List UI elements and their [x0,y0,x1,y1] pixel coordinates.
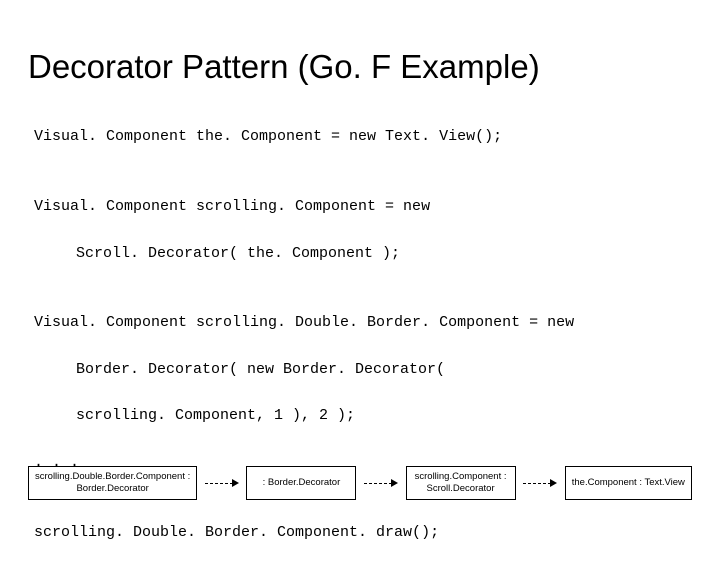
box-label: Border.Decorator [76,483,148,495]
diagram-box-border-decorator: : Border.Decorator [246,466,356,500]
code-line: Visual. Component scrolling. Double. Bor… [34,311,686,334]
arrow-icon [364,473,398,493]
code-line: Visual. Component the. Component = new T… [34,125,686,148]
code-line: Border. Decorator( new Border. Decorator… [34,358,686,381]
diagram-box-scrolling-double-border: scrolling.Double.Border.Component : Bord… [28,466,197,500]
object-diagram: scrolling.Double.Border.Component : Bord… [28,466,692,500]
box-label: : Border.Decorator [263,477,341,489]
diagram-box-the-component: the.Component : Text.View [565,466,692,500]
code-line: scrolling. Double. Border. Component. dr… [34,521,686,544]
diagram-box-scrolling-component: scrolling.Component : Scroll.Decorator [406,466,516,500]
code-line: scrolling. Component, 1 ), 2 ); [34,404,686,427]
code-line: Scroll. Decorator( the. Component ); [34,242,686,265]
box-label: Scroll.Decorator [427,483,495,495]
arrow-icon [205,473,239,493]
box-label: the.Component : Text.View [572,477,685,489]
box-label: scrolling.Double.Border.Component : [35,471,190,483]
code-line: Visual. Component scrolling. Component =… [34,195,686,218]
arrow-icon [523,473,557,493]
slide-title: Decorator Pattern (Go. F Example) [0,0,720,102]
box-label: scrolling.Component : [415,471,507,483]
